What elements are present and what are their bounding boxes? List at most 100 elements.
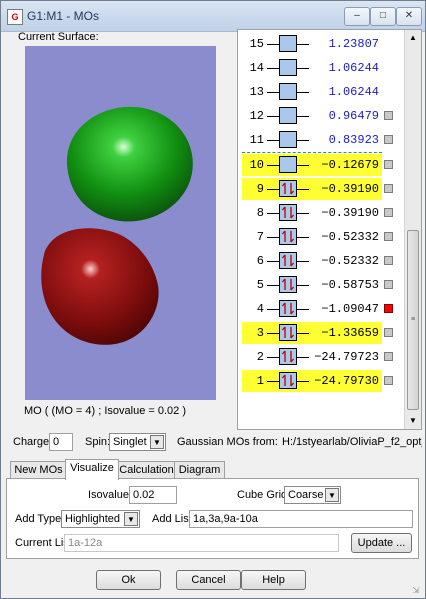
- orbital-box: [279, 203, 297, 221]
- level-line: [267, 92, 279, 94]
- orbital-box: [279, 276, 297, 293]
- surface-viewer[interactable]: [25, 46, 216, 400]
- tab-new-mos[interactable]: New MOs: [10, 461, 67, 479]
- electron-pair-icon: [282, 374, 294, 387]
- electron-pair-icon: [282, 230, 294, 243]
- mo-level-row[interactable]: 10 −0.12679: [238, 153, 404, 176]
- minimize-button[interactable]: –: [344, 7, 370, 26]
- mo-level-row[interactable]: 1 −24.79730: [238, 370, 404, 393]
- surface-marker[interactable]: [384, 328, 393, 338]
- level-line: [297, 381, 309, 383]
- level-line: [297, 236, 309, 238]
- mo-level-row[interactable]: 4 −1.09047: [238, 298, 404, 320]
- surface-marker[interactable]: [384, 207, 393, 217]
- scroll-down-icon[interactable]: ▼: [409, 416, 417, 425]
- electron-pair-icon: [282, 182, 294, 195]
- surface-marker[interactable]: [384, 159, 393, 169]
- gaussview-app-icon: G: [7, 9, 23, 25]
- update-button[interactable]: Update ...: [351, 533, 412, 553]
- cube-grid-select[interactable]: Coarse ▼: [284, 486, 341, 504]
- mo-level-row[interactable]: 2 −24.79723: [238, 346, 404, 368]
- mo-level-row[interactable]: 13 1.06244: [238, 81, 404, 103]
- close-icon: ✕: [404, 10, 414, 21]
- electron-pair-icon: [282, 326, 294, 339]
- level-line: [297, 68, 309, 70]
- orbital-box: [279, 155, 297, 173]
- level-line: [297, 92, 309, 94]
- isovalue-field[interactable]: 0.02: [129, 486, 177, 504]
- mo-level-list[interactable]: 15 1.23807 14 1.06244 13 1.06244 12 0.96479 11 0.…: [237, 29, 422, 430]
- surface-marker[interactable]: [384, 376, 393, 386]
- tab-diagram[interactable]: Diagram: [174, 461, 225, 479]
- orbital-box: [279, 348, 297, 366]
- mo-number: 15: [249, 37, 264, 51]
- surface-marker[interactable]: [384, 183, 393, 193]
- cancel-button[interactable]: Cancel: [176, 570, 241, 590]
- mo-level-row[interactable]: 15 1.23807: [238, 33, 404, 55]
- scroll-thumb[interactable]: ≡: [407, 230, 419, 410]
- mo-level-row[interactable]: 9 −0.39190: [238, 177, 404, 200]
- help-button[interactable]: Help: [241, 570, 306, 590]
- orbital-box: [279, 300, 297, 318]
- mo-level-row[interactable]: 14 1.06244: [238, 57, 404, 79]
- mo-energy: −0.12679: [321, 157, 379, 172]
- mo-number: 10: [249, 157, 264, 172]
- level-line: [267, 285, 279, 286]
- visualized-marker[interactable]: [384, 304, 393, 314]
- mo-level-row[interactable]: 7 −0.52332: [238, 226, 404, 248]
- resize-grip-icon[interactable]: ⇲: [412, 585, 420, 596]
- mo-level-row[interactable]: 8 −0.39190: [238, 202, 404, 224]
- cube-grid-value: Coarse: [288, 489, 324, 501]
- add-list-field[interactable]: 1a,3a,9a-10a: [189, 510, 413, 528]
- level-line: [297, 309, 309, 311]
- level-line: [267, 381, 279, 383]
- surface-marker[interactable]: [384, 280, 393, 289]
- level-line: [267, 44, 279, 45]
- level-line: [297, 285, 309, 286]
- minimize-icon: –: [354, 10, 360, 21]
- orbital-box: [279, 227, 297, 245]
- mo-energy: −24.79730: [314, 374, 379, 389]
- scroll-up-icon[interactable]: ▲: [409, 33, 417, 42]
- current-surface-label: Current Surface:: [18, 31, 99, 43]
- ok-button[interactable]: Ok: [96, 570, 161, 590]
- orbital-box: [279, 131, 297, 149]
- tab-calculation[interactable]: Calculation: [117, 461, 176, 479]
- level-line: [297, 116, 309, 118]
- level-line: [267, 333, 279, 335]
- negative-lobe: [41, 228, 159, 345]
- electron-pair-icon: [282, 278, 294, 291]
- surface-marker[interactable]: [384, 111, 393, 121]
- surface-marker[interactable]: [384, 231, 393, 241]
- charge-field[interactable]: 0: [49, 433, 73, 451]
- level-line: [297, 140, 309, 142]
- mo-number: 12: [249, 109, 264, 124]
- mo-level-row[interactable]: 3 −1.33659: [238, 322, 404, 345]
- maximize-button[interactable]: □: [370, 7, 396, 26]
- chevron-down-icon: ▼: [124, 512, 138, 526]
- mo-energy: −1.09047: [321, 302, 379, 317]
- surface-marker[interactable]: [384, 255, 393, 265]
- spin-select[interactable]: Singlet ▼: [109, 433, 166, 451]
- mo-level-row[interactable]: 11 0.83923: [238, 129, 404, 151]
- mo-number: 13: [249, 85, 264, 100]
- surface-marker[interactable]: [384, 135, 393, 145]
- mo-level-row[interactable]: 12 0.96479: [238, 105, 404, 127]
- surface-caption: MO ( (MO = 4) ; Isovalue = 0.02 ): [24, 405, 186, 417]
- mo-energy: −0.39190: [321, 181, 379, 196]
- mo-number: 3: [256, 326, 264, 341]
- orbital-box: [279, 251, 297, 269]
- tab-visualize[interactable]: Visualize: [65, 459, 119, 480]
- surface-marker[interactable]: [384, 352, 393, 362]
- level-line: [267, 357, 279, 359]
- add-type-select[interactable]: Highlighted ▼: [61, 510, 140, 528]
- mo-energy: 1.06244: [328, 85, 379, 100]
- mo-energy: −0.58753: [321, 278, 379, 292]
- level-line: [297, 333, 309, 335]
- close-button[interactable]: ✕: [396, 7, 422, 26]
- level-line: [267, 68, 279, 70]
- mo-level-row[interactable]: 6 −0.52332: [238, 250, 404, 272]
- homo-lumo-separator: [242, 151, 382, 153]
- mo-level-row[interactable]: 5 −0.58753: [238, 274, 404, 296]
- vertical-scrollbar[interactable]: ▲ ≡ ▼: [404, 30, 421, 429]
